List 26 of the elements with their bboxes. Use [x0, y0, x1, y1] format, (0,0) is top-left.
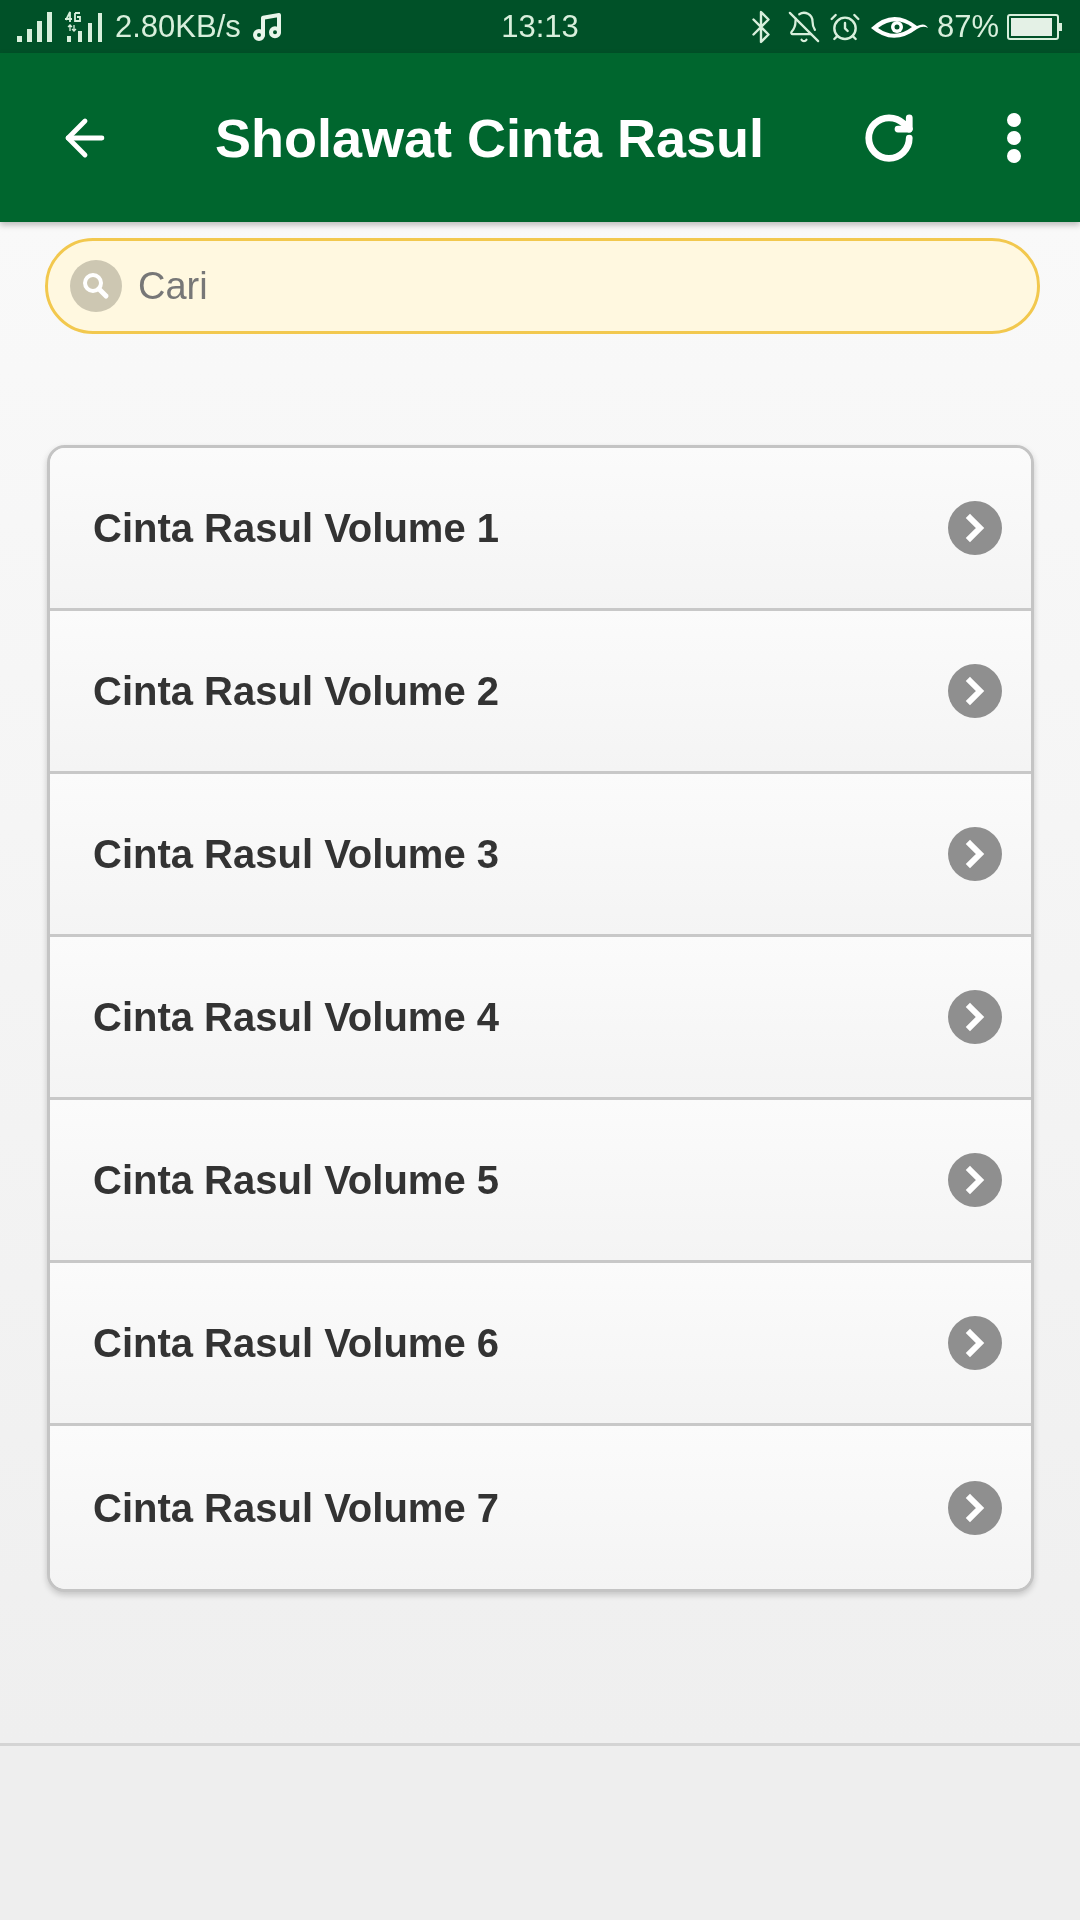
volume-list-item[interactable]: Cinta Rasul Volume 4: [50, 937, 1031, 1100]
chevron-right-icon: [948, 1316, 1002, 1370]
battery-icon: [1007, 13, 1063, 40]
volume-list-item[interactable]: Cinta Rasul Volume 1: [50, 448, 1031, 611]
chevron-right-icon: [948, 501, 1002, 555]
app-title: Sholawat Cinta Rasul: [215, 110, 765, 165]
volume-list-item[interactable]: Cinta Rasul Volume 7: [50, 1426, 1031, 1589]
music-note-icon: [250, 10, 283, 43]
network-speed: 2.80KB/s: [115, 11, 241, 42]
volume-list-item[interactable]: Cinta Rasul Volume 6: [50, 1263, 1031, 1426]
chevron-right-icon: [948, 827, 1002, 881]
volume-list-item[interactable]: Cinta Rasul Volume 2: [50, 611, 1031, 774]
battery-percent: 87%: [936, 11, 999, 42]
more-options-icon: [1007, 112, 1021, 163]
chevron-right-icon: [948, 664, 1002, 718]
chevron-right-icon: [948, 1480, 1002, 1535]
search-icon: [70, 260, 122, 312]
status-time: 13:13: [501, 11, 579, 42]
volume-list-item[interactable]: Cinta Rasul Volume 5: [50, 1100, 1031, 1263]
chevron-right-icon: [948, 990, 1002, 1044]
bell-off-icon: [786, 9, 821, 44]
chevron-right-icon: [948, 1153, 1002, 1207]
signal-icon: [17, 11, 55, 42]
mobile-signal-icon: [65, 10, 105, 43]
search-field[interactable]: Cari: [45, 238, 1040, 334]
volume-list-item[interactable]: Cinta Rasul Volume 3: [50, 774, 1031, 937]
